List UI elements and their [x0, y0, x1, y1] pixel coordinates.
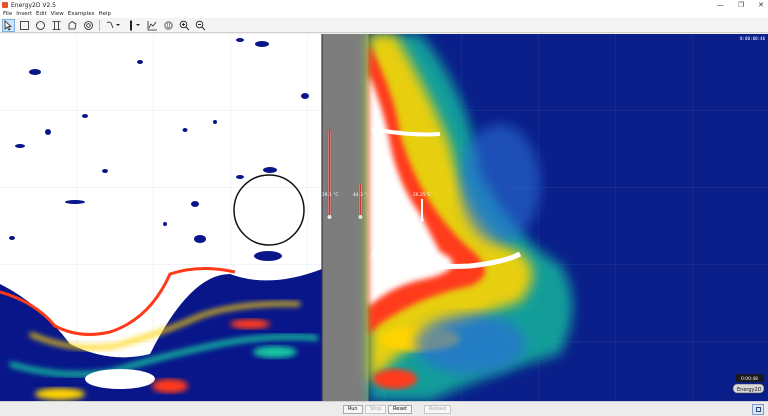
simulation-canvas[interactable]: 29.1 °C 44.3 °C 26.25°C 0:00:00:46 0:00:…: [0, 34, 768, 401]
title-bar: Energy2D V2.5 — ❐ ✕: [0, 0, 768, 10]
minimize-button[interactable]: —: [717, 0, 724, 10]
thermometer-right-reading: 44.3 °C: [353, 192, 369, 198]
zoom-out-icon: [195, 20, 206, 30]
grid-icon: [756, 407, 761, 412]
annulus-tool[interactable]: [82, 19, 95, 32]
thermometer-icon: [130, 20, 140, 30]
select-tool[interactable]: [2, 18, 15, 32]
reload-button[interactable]: Reload: [424, 405, 452, 414]
graph-tool[interactable]: [146, 19, 159, 32]
rectangle-icon: [20, 20, 29, 30]
thermometer-tool[interactable]: [125, 19, 143, 32]
toolbar: [0, 18, 768, 33]
menu-examples[interactable]: Examples: [68, 11, 95, 17]
hand-icon: [164, 20, 173, 30]
toolbar-separator: [99, 19, 100, 31]
heat-flux-tool[interactable]: [162, 19, 175, 32]
app-icon: [2, 2, 8, 8]
sensor-icon: [106, 21, 120, 28]
window-controls: — ❐ ✕: [717, 0, 764, 10]
thermometer-left[interactable]: [326, 129, 333, 220]
zoom-in-icon: [179, 20, 190, 30]
simulation-clock: 0:00:00:46: [740, 36, 766, 41]
menu-file[interactable]: File: [3, 11, 12, 17]
sensor-dropdown[interactable]: [104, 19, 122, 32]
menu-insert[interactable]: Insert: [16, 11, 32, 17]
thermometer-right[interactable]: [357, 183, 364, 220]
control-bar: Run Stop Reset Reload: [0, 401, 768, 416]
arrow-icon: [4, 19, 13, 31]
ellipse-icon: [36, 20, 45, 30]
menu-view[interactable]: View: [51, 11, 64, 17]
blob-tool[interactable]: [66, 19, 79, 32]
stop-button[interactable]: Stop: [365, 405, 387, 414]
logo-text: Energy2D: [737, 387, 762, 393]
thermometer-left-reading: 29.1 °C: [322, 192, 338, 198]
view-toggle-button[interactable]: [752, 404, 764, 415]
window-title: Energy2D V2.5: [11, 1, 56, 9]
polygon-tool[interactable]: [50, 19, 63, 32]
menu-bar: File Insert Edit View Examples Help: [0, 10, 768, 18]
menu-edit[interactable]: Edit: [36, 11, 47, 17]
maximize-button[interactable]: ❐: [738, 0, 744, 10]
ellipse-tool[interactable]: [34, 19, 47, 32]
annulus-icon: [84, 20, 93, 30]
rectangle-tool[interactable]: [18, 19, 31, 32]
close-button[interactable]: ✕: [758, 0, 764, 10]
zoom-in-tool[interactable]: [178, 19, 191, 32]
simulation-view: 29.1 °C 44.3 °C 26.25°C 0:00:00:46 0:00:…: [0, 34, 768, 401]
menu-help[interactable]: Help: [98, 11, 111, 17]
graph-icon: [147, 20, 157, 30]
probe-reading: 26.25°C: [413, 192, 431, 198]
run-button[interactable]: Run: [343, 405, 363, 414]
i-beam-icon: [52, 20, 61, 30]
reset-button[interactable]: Reset: [388, 405, 412, 414]
zoom-out-tool[interactable]: [194, 19, 207, 32]
time-readout: 0:00:48: [741, 376, 758, 382]
blob-icon: [68, 20, 77, 29]
